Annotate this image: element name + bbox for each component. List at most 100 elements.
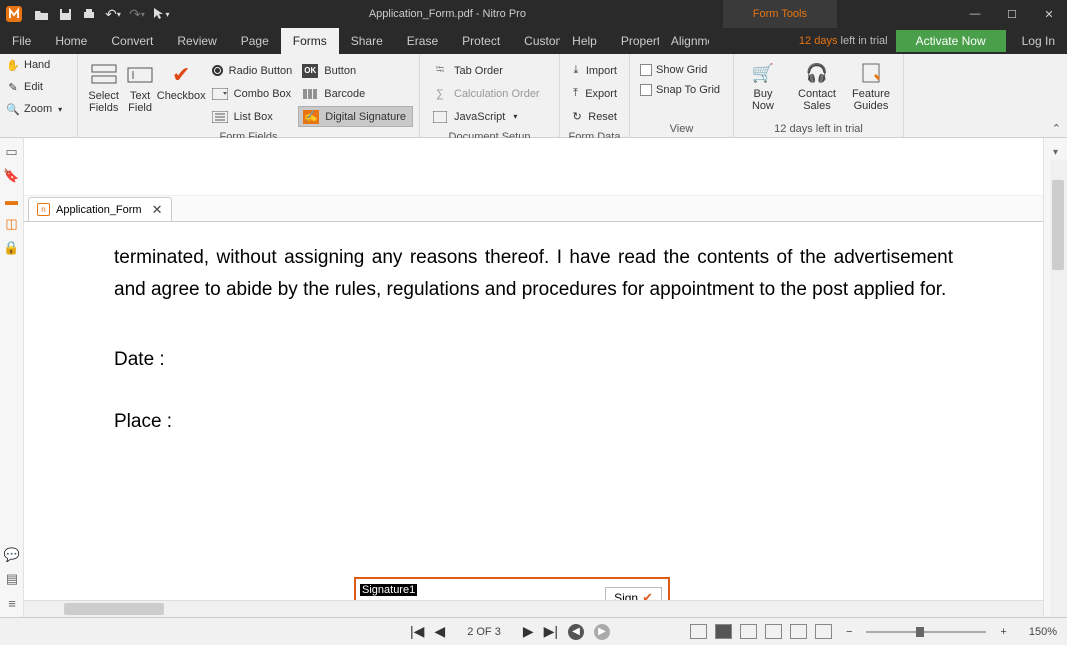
view-full-icon[interactable]: [815, 624, 832, 639]
menu-share[interactable]: Share: [339, 28, 395, 54]
text-field-icon: [125, 62, 155, 88]
minimize-icon[interactable]: —: [957, 0, 993, 28]
view-continuous-icon[interactable]: [715, 624, 732, 639]
undo-icon[interactable]: ↶▾: [102, 3, 124, 25]
layers-panel-icon[interactable]: ◫: [4, 216, 20, 232]
scrollbar-thumb[interactable]: [64, 603, 164, 615]
menu-erase[interactable]: Erase: [395, 28, 450, 54]
pages-panel-icon[interactable]: ▭: [4, 144, 20, 160]
text-field-button[interactable]: Text Field: [123, 58, 156, 122]
export-button[interactable]: ⤒Export: [566, 83, 623, 104]
first-page-icon[interactable]: |◀: [410, 623, 424, 640]
button-field-button[interactable]: OKButton: [298, 60, 413, 81]
menu-file[interactable]: File: [0, 28, 43, 54]
page-indicator[interactable]: 2 OF 3: [467, 626, 501, 638]
next-view-icon[interactable]: ▶: [594, 624, 610, 640]
prev-page-icon[interactable]: ◀: [434, 623, 445, 640]
activate-button[interactable]: Activate Now: [896, 30, 1006, 52]
titlebar: ↶▾ ↷▾ ▾ Application_Form.pdf - Nitro Pro…: [0, 0, 1067, 28]
view-facing-icon[interactable]: [740, 624, 757, 639]
combo-box-button[interactable]: Combo Box: [206, 83, 299, 104]
list-box-button[interactable]: List Box: [206, 106, 299, 127]
horizontal-scrollbar[interactable]: [24, 600, 1043, 617]
view-facing-continuous-icon[interactable]: [765, 624, 782, 639]
comment-panel-icon[interactable]: 💬: [4, 547, 20, 563]
chevron-down-icon[interactable]: ▾: [1048, 144, 1064, 160]
hand-tool[interactable]: ✋Hand: [0, 54, 77, 76]
statusbar: |◀ ◀ 2 OF 3 ▶ ▶| ◀ ▶ − + 150%: [0, 617, 1067, 645]
ribbon-group-view: Show Grid Snap To Grid View: [630, 54, 734, 137]
signatures-panel-icon[interactable]: ▬: [4, 192, 20, 208]
date-label: Date :: [114, 349, 953, 371]
menu-help[interactable]: Help: [560, 28, 609, 54]
save-icon[interactable]: [54, 3, 76, 25]
zoom-tool[interactable]: 🔍Zoom▾: [0, 98, 77, 120]
zoom-in-icon[interactable]: +: [1000, 626, 1006, 638]
menu-page-layout[interactable]: Page Layout: [229, 28, 281, 54]
zoom-out-icon[interactable]: −: [846, 626, 852, 638]
checkbox-button[interactable]: ✔ Checkbox: [157, 58, 206, 122]
tab-close-icon[interactable]: ✕: [152, 202, 163, 218]
print-icon[interactable]: [78, 3, 100, 25]
menu-convert[interactable]: Convert: [99, 28, 165, 54]
show-grid-toggle[interactable]: Show Grid: [636, 60, 711, 80]
feature-guides-button[interactable]: Feature Guides: [844, 56, 898, 120]
list-icon: [212, 110, 228, 124]
buy-now-button[interactable]: 🛒Buy Now: [736, 56, 790, 120]
radio-icon: [212, 65, 223, 76]
redo-icon[interactable]: ↷▾: [126, 3, 148, 25]
menu-home[interactable]: Home: [43, 28, 99, 54]
ribbon-collapse-icon[interactable]: ⌃: [1052, 122, 1061, 135]
open-icon[interactable]: [30, 3, 52, 25]
zoom-slider[interactable]: [866, 631, 986, 633]
reset-button[interactable]: ↻Reset: [566, 106, 623, 127]
document-tabs: n Application_Form ✕: [24, 196, 1043, 222]
calc-order-button[interactable]: ∑Calculation Order: [426, 83, 553, 104]
radio-button-button[interactable]: Radio Button: [206, 60, 299, 81]
barcode-button[interactable]: Barcode: [298, 83, 413, 104]
ribbon-group-form-fields: Select Fields Text Field ✔ Checkbox Radi…: [78, 54, 420, 137]
context-tab-label[interactable]: Form Tools: [723, 0, 837, 28]
select-fields-button[interactable]: Select Fields: [84, 58, 123, 122]
last-page-icon[interactable]: ▶|: [544, 623, 558, 640]
page-view[interactable]: terminated, without assigning any reason…: [24, 222, 1043, 600]
tab-order-button[interactable]: ⭾Tab Order: [426, 60, 553, 81]
find-panel-icon[interactable]: ≡: [4, 595, 20, 611]
vertical-scrollbar[interactable]: [1050, 160, 1067, 617]
check-icon: ✔: [642, 590, 653, 600]
close-icon[interactable]: ✕: [1031, 0, 1067, 28]
checkbox-icon: [640, 84, 652, 96]
menu-forms[interactable]: Forms: [281, 28, 339, 54]
pdf-file-icon: n: [37, 203, 50, 216]
snap-grid-toggle[interactable]: Snap To Grid: [636, 80, 724, 100]
next-page-icon[interactable]: ▶: [523, 623, 534, 640]
scrollbar-thumb[interactable]: [1052, 180, 1064, 270]
contact-sales-button[interactable]: 🎧Contact Sales: [790, 56, 844, 120]
menu-customize[interactable]: Customize: [512, 28, 560, 54]
tab-order-icon: ⭾: [432, 64, 448, 78]
zoom-level[interactable]: 150%: [1029, 626, 1057, 638]
edit-tool[interactable]: ✎Edit: [0, 76, 77, 98]
document-tab[interactable]: n Application_Form ✕: [28, 197, 172, 221]
digital-signature-button[interactable]: ✍Digital Signature: [298, 106, 413, 127]
login-button[interactable]: Log In: [1010, 34, 1067, 48]
menu-properties[interactable]: Properties: [609, 28, 659, 54]
attachments-panel-icon[interactable]: 🔒: [4, 240, 20, 256]
bookmarks-panel-icon[interactable]: 🔖: [4, 168, 20, 184]
prev-view-icon[interactable]: ◀: [568, 624, 584, 640]
view-thumb-icon[interactable]: [790, 624, 807, 639]
import-button[interactable]: ⤓Import: [566, 60, 623, 81]
ribbon-group-form-data: ⤓Import ⤒Export ↻Reset Form Data: [560, 54, 630, 137]
zoom-knob[interactable]: [916, 627, 924, 637]
menu-alignment[interactable]: Alignment: [659, 28, 709, 54]
javascript-button[interactable]: JavaScript▾: [426, 106, 553, 127]
select-tool-icon[interactable]: ▾: [150, 3, 172, 25]
sign-button[interactable]: Sign✔: [605, 587, 662, 600]
menu-protect[interactable]: Protect: [450, 28, 512, 54]
maximize-icon[interactable]: ☐: [994, 0, 1030, 28]
edit-icon: ✎: [6, 81, 20, 94]
view-single-icon[interactable]: [690, 624, 707, 639]
signature-field[interactable]: Signature1 Sign✔: [354, 577, 670, 600]
menu-review[interactable]: Review: [165, 28, 228, 54]
output-panel-icon[interactable]: ▤: [4, 571, 20, 587]
